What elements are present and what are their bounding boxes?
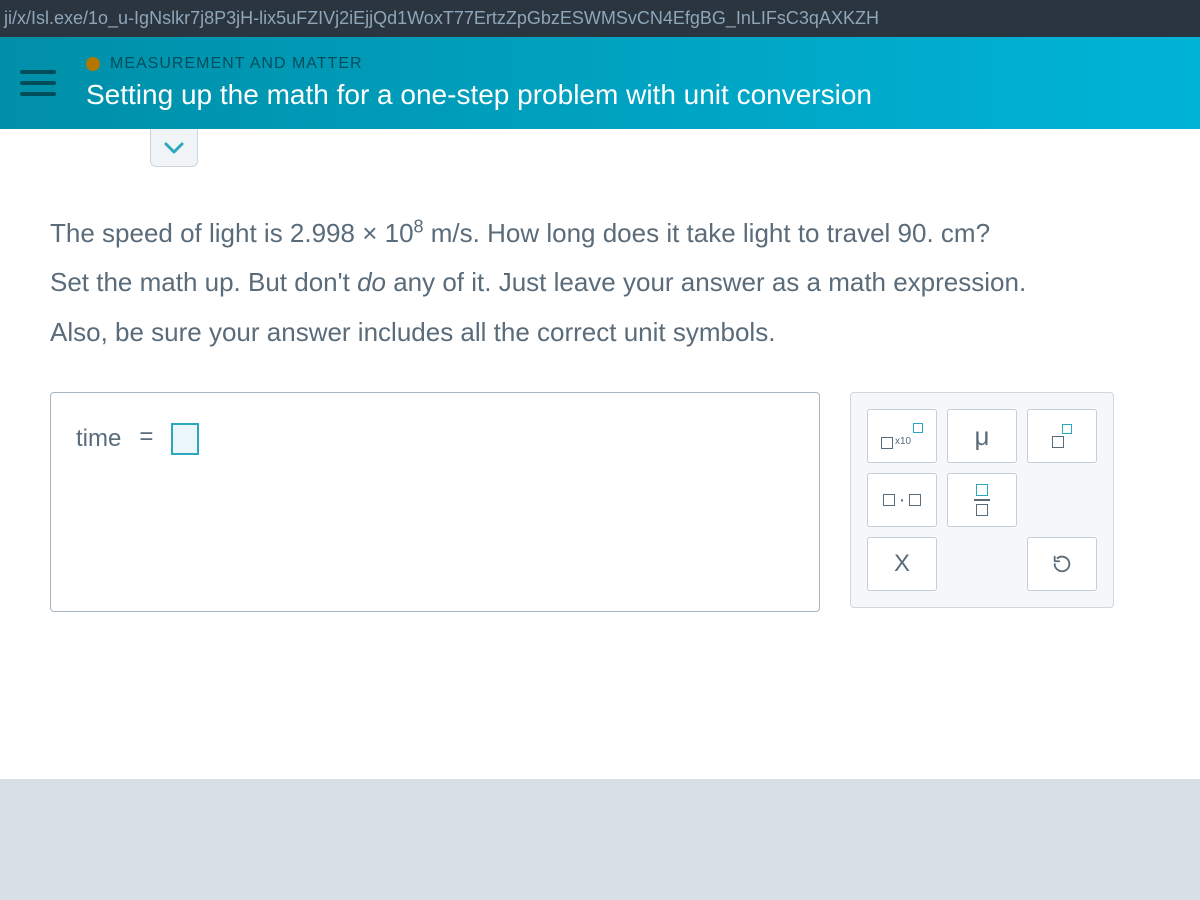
module-header: MEASUREMENT AND MATTER Setting up the ma… [0,37,1200,129]
content-area: The speed of light is 2.998 × 108 m/s. H… [0,129,1200,779]
symbol-palette: x10 μ · [850,392,1114,608]
answer-label: time [76,423,121,453]
answer-box[interactable]: time = [50,392,820,612]
question-text: The speed of light is 2.998 × 108 m/s. H… [50,209,1150,357]
scientific-notation-button[interactable]: x10 [867,409,937,463]
chevron-down-icon [164,141,184,155]
page-title: Setting up the math for a one-step probl… [86,79,872,111]
clear-button[interactable]: X [867,537,937,591]
answer-input[interactable] [171,423,199,455]
mu-button[interactable]: μ [947,409,1017,463]
fraction-button[interactable] [947,473,1017,527]
address-bar: ji/x/Isl.exe/1o_u-IgNslkr7j8P3jH-lix5uFZ… [0,0,1200,37]
category-label: MEASUREMENT AND MATTER [86,55,872,73]
superscript-button[interactable] [1027,409,1097,463]
category-bullet-icon [86,57,100,71]
dropdown-tab[interactable] [150,129,198,167]
empty-cell [947,537,1017,591]
equals-sign: = [139,423,153,451]
reset-button[interactable] [1027,537,1097,591]
reset-icon [1051,553,1073,575]
hamburger-menu-icon[interactable] [20,70,56,96]
multiply-button[interactable]: · [867,473,937,527]
empty-cell [1027,473,1097,527]
